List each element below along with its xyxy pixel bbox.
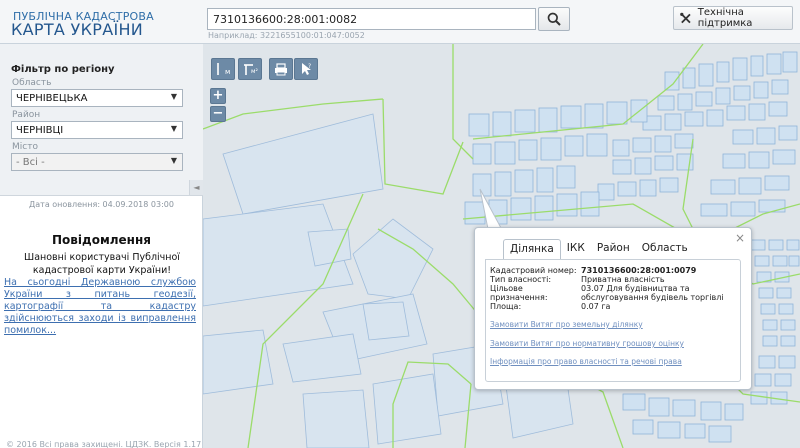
search-example-hint: Наприклад: 3221655100:01:047:0052 — [208, 31, 365, 40]
tools-icon — [680, 12, 691, 23]
region-label: Область — [12, 78, 52, 88]
field-value: 0.07 га — [581, 302, 611, 311]
area-unit-label: м² — [251, 68, 258, 75]
ownership-type-row: Тип власності: Приватна власність — [490, 275, 736, 284]
map-canvas[interactable]: м м² ? + − × Ділянка ІКК Район Область К… — [203, 44, 800, 448]
field-value: 03.07 Для будівництва та обслуговування … — [581, 284, 724, 302]
tech-support-button[interactable]: Технічна підтримка — [673, 6, 793, 30]
identify-button[interactable]: ? — [294, 58, 318, 80]
search-icon — [547, 12, 561, 26]
close-icon[interactable]: × — [735, 231, 745, 245]
region-filter: Фільтр по регіону Область ЧЕРНІВЕЦЬКА ▼ … — [0, 44, 203, 196]
search-button[interactable] — [538, 7, 570, 31]
left-sidebar: Фільтр по регіону Область ЧЕРНІВЕЦЬКА ▼ … — [0, 44, 203, 448]
field-value: Приватна власність — [581, 275, 665, 284]
measure-area-button[interactable]: м² — [238, 58, 262, 80]
dropdown-arrow-icon: ▼ — [170, 92, 177, 101]
filter-title: Фільтр по регіону — [11, 64, 115, 75]
tab-region[interactable]: Область — [636, 239, 694, 260]
pointer-info-icon: ? — [302, 63, 311, 75]
tech-support-label: Технічна підтримка — [697, 7, 753, 29]
area-row: Площа: 0.07 га — [490, 302, 736, 311]
cadastral-map-app: ПУБЛІЧНА КАДАСТРОВА КАРТА УКРАЇНИ Наприк… — [0, 0, 800, 448]
measure-distance-button[interactable]: м — [211, 58, 235, 80]
collapse-panel-button[interactable]: ◄ — [189, 180, 203, 195]
city-label: Місто — [12, 142, 38, 152]
cadastral-search-input[interactable] — [207, 8, 536, 30]
field-key: Тип власності: — [490, 275, 552, 284]
city-select[interactable]: - Всі - ▼ — [11, 153, 183, 171]
land-purpose-row: Цільове призначення: 03.07 Для будівницт… — [490, 284, 736, 302]
print-button[interactable] — [269, 58, 293, 80]
zoom-in-button[interactable]: + — [210, 88, 226, 104]
tab-parcel[interactable]: Ділянка — [503, 239, 561, 260]
print-icon — [275, 62, 287, 75]
cadastral-number-row: Кадастровий номер: 7310136600:28:001:007… — [490, 266, 736, 275]
notice-link[interactable]: На сьогодні Державною службою України з … — [4, 277, 196, 337]
region-select[interactable]: ЧЕРНІВЕЦЬКА ▼ — [11, 89, 183, 107]
district-label: Район — [12, 110, 41, 120]
city-select-value: - Всі - — [16, 157, 45, 168]
dropdown-arrow-icon: ▼ — [170, 124, 177, 133]
tab-ikk[interactable]: ІКК — [561, 239, 591, 260]
ownership-info-link[interactable]: Інформація про право власності та речові… — [490, 357, 682, 366]
ruler-unit-label: м — [225, 68, 231, 76]
district-select-value: ЧЕРНІВЦІ — [16, 125, 64, 136]
zoom-out-button[interactable]: − — [210, 106, 226, 122]
region-select-value: ЧЕРНІВЕЦЬКА — [16, 93, 88, 104]
field-key: Цільове призначення: — [490, 284, 548, 302]
popup-tabs: Ділянка ІКК Район Область — [503, 239, 694, 260]
district-select[interactable]: ЧЕРНІВЦІ ▼ — [11, 121, 183, 139]
order-parcel-extract-link[interactable]: Замовити Витяг про земельну ділянку — [490, 320, 643, 329]
popup-content: Кадастровий номер: 7310136600:28:001:007… — [485, 259, 741, 382]
order-valuation-extract-link[interactable]: Замовити Витяг про нормативну грошову оц… — [490, 339, 684, 348]
brand-title[interactable]: КАРТА УКРАЇНИ — [11, 20, 143, 39]
header-bar: ПУБЛІЧНА КАДАСТРОВА КАРТА УКРАЇНИ Наприк… — [0, 0, 800, 44]
field-value: 7310136600:28:001:0079 — [581, 266, 697, 275]
notice-greeting: Шановні користувачі Публічної кадастрово… — [24, 252, 180, 276]
data-update-date: Дата оновлення: 04.09.2018 03:00 — [29, 200, 174, 209]
field-key: Площа: — [490, 302, 522, 311]
copyright-footer: © 2016 Всі права захищені. ЦДЗК. Версія … — [6, 440, 202, 448]
parcel-info-popup: × Ділянка ІКК Район Область Кадастровий … — [474, 227, 752, 390]
dropdown-arrow-icon: ▼ — [170, 156, 177, 165]
notice-title: Повідомлення — [52, 233, 151, 247]
field-key: Кадастровий номер: — [490, 266, 577, 275]
svg-text:?: ? — [308, 63, 311, 70]
tab-district[interactable]: Район — [591, 239, 636, 260]
